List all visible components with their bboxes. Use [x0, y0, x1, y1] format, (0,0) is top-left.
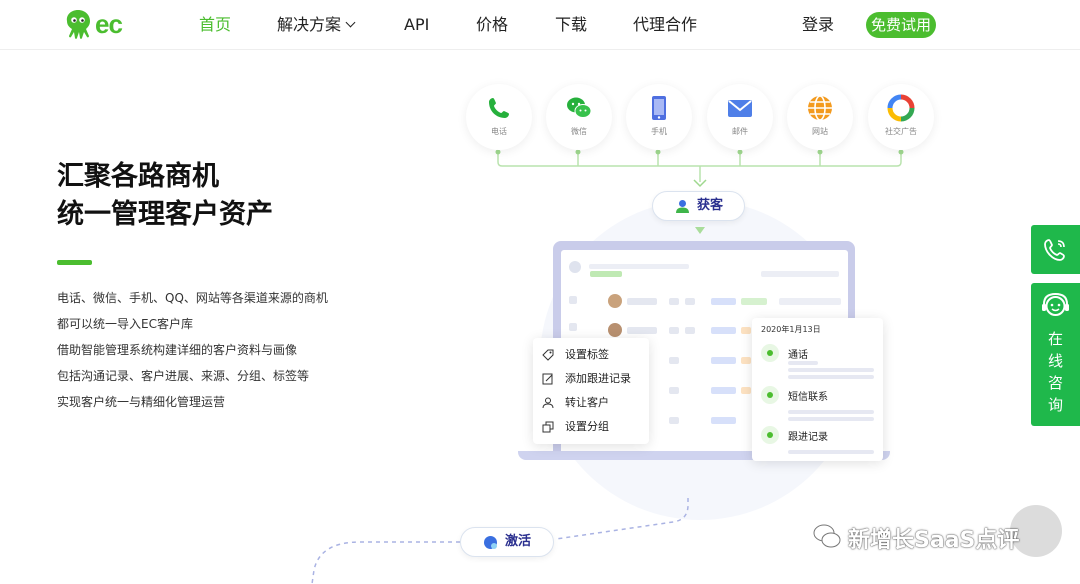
- user-icon: [542, 397, 554, 409]
- app-tab-active: [590, 271, 622, 277]
- timeline-detail: [788, 375, 874, 379]
- phone-icon: [1044, 239, 1065, 261]
- online-consult-button[interactable]: 在 线 咨 询: [1031, 283, 1080, 426]
- customer-avatar: [608, 323, 622, 337]
- cell-bar: [669, 387, 679, 394]
- timeline-detail: [788, 410, 874, 414]
- cell-tag: [711, 417, 736, 424]
- cell-tag: [741, 327, 751, 334]
- menu-item-label: 添加跟进记录: [565, 372, 631, 385]
- acquire-pill: 获客: [652, 191, 745, 221]
- group-icon: [542, 421, 554, 433]
- channel-mail[interactable]: 邮件: [707, 84, 773, 150]
- consult-label-char: 在: [1047, 330, 1063, 348]
- illustration-connectors: [311, 149, 904, 584]
- timeline-item-label: 短信联系: [788, 392, 828, 403]
- consult-label-char: 线: [1047, 352, 1063, 370]
- timeline-detail: [788, 361, 818, 365]
- row-checkbox: [569, 296, 577, 304]
- cell-bar: [669, 298, 679, 305]
- channel-phone[interactable]: 电话: [466, 84, 532, 150]
- menu-add-follow-up[interactable]: 添加跟进记录: [533, 367, 649, 391]
- channel-label: 微信: [571, 127, 587, 136]
- app-toolbar: [589, 264, 689, 269]
- customer-service-icon: [1042, 292, 1069, 316]
- watermark-text: 新增长SaaS点评: [848, 528, 1020, 553]
- timeline-detail: [788, 417, 874, 421]
- social-ad-icon: [887, 94, 915, 122]
- channel-label: 电话: [491, 127, 507, 136]
- cell-tag: [711, 387, 736, 394]
- channel-website[interactable]: 网站: [787, 84, 853, 150]
- online-consult-label: 在 线 咨 询: [1031, 328, 1080, 416]
- activate-pill: 激活: [460, 527, 554, 557]
- wechat-watermark-icon: [813, 524, 841, 548]
- timeline-item-label: 通话: [788, 350, 808, 361]
- timeline-item-sms: 短信联系: [761, 386, 881, 406]
- channel-social-ads[interactable]: 社交广告: [868, 84, 934, 150]
- timeline-item-label: 跟进记录: [788, 432, 828, 443]
- activate-icon: [484, 536, 497, 549]
- menu-transfer-customer[interactable]: 转让客户: [533, 391, 649, 415]
- cell-bar: [685, 298, 695, 305]
- customer-context-menu: 设置标签 添加跟进记录 转让客户 设置分组: [533, 338, 649, 444]
- menu-set-group[interactable]: 设置分组: [533, 415, 649, 439]
- consult-label-char: 询: [1047, 396, 1063, 414]
- cell-tag: [741, 298, 767, 305]
- app-avatar: [569, 261, 581, 273]
- timeline-item-call: 通话: [761, 344, 881, 364]
- cell-bar: [627, 298, 657, 305]
- phone-icon: [489, 98, 509, 118]
- timeline-date: 2020年1月13日: [761, 325, 821, 334]
- sms-icon: [761, 386, 779, 404]
- menu-item-label: 设置标签: [565, 348, 609, 361]
- channel-label: 手机: [651, 127, 667, 136]
- channel-label: 网站: [812, 127, 828, 136]
- user-icon: [676, 200, 689, 213]
- row-checkbox: [569, 323, 577, 331]
- channel-label: 邮件: [732, 127, 748, 136]
- cell-bar: [669, 417, 679, 424]
- cell-tag: [711, 298, 736, 305]
- cell-bar: [669, 327, 679, 334]
- cell-bar: [685, 327, 695, 334]
- edit-note-icon: [542, 373, 553, 385]
- cell-tag: [741, 357, 751, 364]
- timeline-card: 2020年1月13日 通话 短信联系 跟进记录: [752, 318, 883, 461]
- timeline-item-follow-up: 跟进记录: [761, 426, 881, 446]
- tag-icon: [542, 349, 554, 361]
- hotline-button[interactable]: [1031, 225, 1080, 274]
- cell-bar: [627, 327, 657, 334]
- cell-tag: [741, 387, 751, 394]
- mail-icon: [728, 100, 752, 117]
- channel-label: 社交广告: [885, 127, 917, 136]
- acquire-label: 获客: [697, 198, 724, 213]
- channel-wechat[interactable]: 微信: [546, 84, 612, 150]
- channel-mobile[interactable]: 手机: [626, 84, 692, 150]
- app-toolbar: [761, 271, 839, 277]
- consult-label-char: 咨: [1047, 374, 1063, 392]
- menu-item-label: 转让客户: [565, 396, 609, 409]
- customer-avatar: [608, 294, 622, 308]
- globe-icon: [808, 95, 832, 121]
- timeline-detail: [788, 368, 874, 372]
- mobile-icon: [652, 96, 666, 120]
- timeline-detail: [788, 450, 874, 454]
- wechat-icon: [567, 97, 592, 118]
- cell-tag: [711, 327, 736, 334]
- pen-icon: [761, 426, 779, 444]
- phone-icon: [761, 344, 779, 362]
- menu-item-label: 设置分组: [565, 420, 609, 433]
- activate-label: 激活: [505, 534, 532, 549]
- page: ec 首页 解决方案 API 价格 下载 代理合作 登录 免费试用 汇聚各路商机…: [0, 0, 1080, 584]
- menu-set-tag[interactable]: 设置标签: [533, 343, 649, 367]
- cell-bar: [779, 298, 841, 305]
- cell-bar: [669, 357, 679, 364]
- cell-tag: [711, 357, 736, 364]
